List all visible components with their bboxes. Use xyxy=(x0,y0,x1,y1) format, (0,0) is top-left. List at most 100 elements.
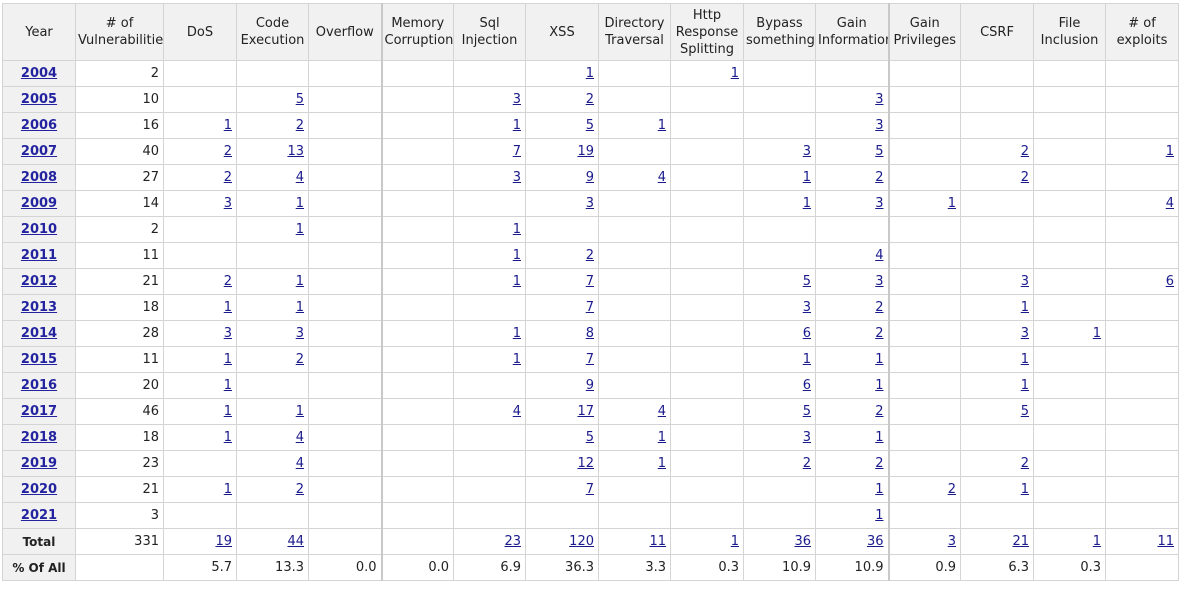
count-link[interactable]: 36 xyxy=(794,534,811,549)
year-link[interactable]: 2007 xyxy=(21,144,57,159)
count-link[interactable]: 7 xyxy=(586,274,594,289)
count-link[interactable]: 5 xyxy=(1021,404,1029,419)
count-link[interactable]: 1 xyxy=(1021,378,1029,393)
year-link[interactable]: 2021 xyxy=(21,508,57,523)
year-link[interactable]: 2011 xyxy=(21,248,57,263)
count-link[interactable]: 2 xyxy=(1021,144,1029,159)
count-link[interactable]: 1 xyxy=(224,404,232,419)
year-link[interactable]: 2006 xyxy=(21,118,57,133)
count-link[interactable]: 23 xyxy=(504,534,521,549)
count-link[interactable]: 4 xyxy=(296,456,304,471)
count-link[interactable]: 1 xyxy=(513,248,521,263)
count-link[interactable]: 2 xyxy=(224,144,232,159)
year-link[interactable]: 2004 xyxy=(21,66,57,81)
count-link[interactable]: 1 xyxy=(224,352,232,367)
count-link[interactable]: 1 xyxy=(1021,482,1029,497)
count-link[interactable]: 1 xyxy=(1093,326,1101,341)
count-link[interactable]: 3 xyxy=(803,300,811,315)
count-link[interactable]: 1 xyxy=(731,66,739,81)
count-link[interactable]: 2 xyxy=(296,352,304,367)
count-link[interactable]: 1 xyxy=(224,430,232,445)
count-link[interactable]: 7 xyxy=(586,352,594,367)
year-link[interactable]: 2013 xyxy=(21,300,57,315)
count-link[interactable]: 1 xyxy=(224,378,232,393)
count-link[interactable]: 4 xyxy=(296,170,304,185)
count-link[interactable]: 1 xyxy=(658,430,666,445)
count-link[interactable]: 3 xyxy=(948,534,956,549)
count-link[interactable]: 1 xyxy=(875,482,883,497)
count-link[interactable]: 4 xyxy=(1166,196,1174,211)
year-link[interactable]: 2012 xyxy=(21,274,57,289)
year-link[interactable]: 2014 xyxy=(21,326,57,341)
year-link[interactable]: 2017 xyxy=(21,404,57,419)
count-link[interactable]: 1 xyxy=(875,508,883,523)
count-link[interactable]: 1 xyxy=(803,196,811,211)
year-link[interactable]: 2010 xyxy=(21,222,57,237)
count-link[interactable]: 2 xyxy=(296,118,304,133)
count-link[interactable]: 1 xyxy=(296,300,304,315)
count-link[interactable]: 3 xyxy=(1021,326,1029,341)
count-link[interactable]: 3 xyxy=(875,196,883,211)
count-link[interactable]: 2 xyxy=(803,456,811,471)
count-link[interactable]: 5 xyxy=(586,118,594,133)
count-link[interactable]: 1 xyxy=(658,118,666,133)
count-link[interactable]: 1 xyxy=(875,352,883,367)
count-link[interactable]: 1 xyxy=(513,352,521,367)
count-link[interactable]: 5 xyxy=(296,92,304,107)
year-link[interactable]: 2018 xyxy=(21,430,57,445)
count-link[interactable]: 2 xyxy=(224,274,232,289)
count-link[interactable]: 1 xyxy=(1093,534,1101,549)
count-link[interactable]: 1 xyxy=(1166,144,1174,159)
count-link[interactable]: 13 xyxy=(287,144,304,159)
count-link[interactable]: 3 xyxy=(586,196,594,211)
count-link[interactable]: 5 xyxy=(875,144,883,159)
count-link[interactable]: 19 xyxy=(215,534,232,549)
count-link[interactable]: 4 xyxy=(875,248,883,263)
count-link[interactable]: 1 xyxy=(513,274,521,289)
count-link[interactable]: 1 xyxy=(296,196,304,211)
count-link[interactable]: 1 xyxy=(296,222,304,237)
count-link[interactable]: 17 xyxy=(577,404,594,419)
count-link[interactable]: 4 xyxy=(296,430,304,445)
count-link[interactable]: 2 xyxy=(586,248,594,263)
count-link[interactable]: 2 xyxy=(875,326,883,341)
count-link[interactable]: 11 xyxy=(1157,534,1174,549)
count-link[interactable]: 1 xyxy=(875,378,883,393)
count-link[interactable]: 1 xyxy=(1021,352,1029,367)
count-link[interactable]: 7 xyxy=(586,300,594,315)
count-link[interactable]: 4 xyxy=(658,170,666,185)
count-link[interactable]: 9 xyxy=(586,170,594,185)
count-link[interactable]: 1 xyxy=(731,534,739,549)
count-link[interactable]: 5 xyxy=(803,274,811,289)
count-link[interactable]: 2 xyxy=(875,300,883,315)
count-link[interactable]: 3 xyxy=(224,196,232,211)
count-link[interactable]: 5 xyxy=(586,430,594,445)
year-link[interactable]: 2008 xyxy=(21,170,57,185)
count-link[interactable]: 2 xyxy=(224,170,232,185)
year-link[interactable]: 2020 xyxy=(21,482,57,497)
count-link[interactable]: 19 xyxy=(577,144,594,159)
count-link[interactable]: 5 xyxy=(803,404,811,419)
count-link[interactable]: 6 xyxy=(1166,274,1174,289)
count-link[interactable]: 1 xyxy=(658,456,666,471)
count-link[interactable]: 1 xyxy=(224,482,232,497)
count-link[interactable]: 3 xyxy=(513,92,521,107)
count-link[interactable]: 9 xyxy=(586,378,594,393)
count-link[interactable]: 1 xyxy=(296,274,304,289)
count-link[interactable]: 3 xyxy=(875,118,883,133)
count-link[interactable]: 44 xyxy=(287,534,304,549)
count-link[interactable]: 1 xyxy=(803,170,811,185)
count-link[interactable]: 1 xyxy=(586,66,594,81)
year-link[interactable]: 2015 xyxy=(21,352,57,367)
count-link[interactable]: 2 xyxy=(1021,170,1029,185)
count-link[interactable]: 1 xyxy=(1021,300,1029,315)
count-link[interactable]: 1 xyxy=(513,326,521,341)
count-link[interactable]: 1 xyxy=(224,300,232,315)
count-link[interactable]: 2 xyxy=(296,482,304,497)
count-link[interactable]: 7 xyxy=(586,482,594,497)
count-link[interactable]: 12 xyxy=(577,456,594,471)
count-link[interactable]: 7 xyxy=(513,144,521,159)
count-link[interactable]: 1 xyxy=(513,118,521,133)
count-link[interactable]: 2 xyxy=(875,456,883,471)
count-link[interactable]: 3 xyxy=(1021,274,1029,289)
